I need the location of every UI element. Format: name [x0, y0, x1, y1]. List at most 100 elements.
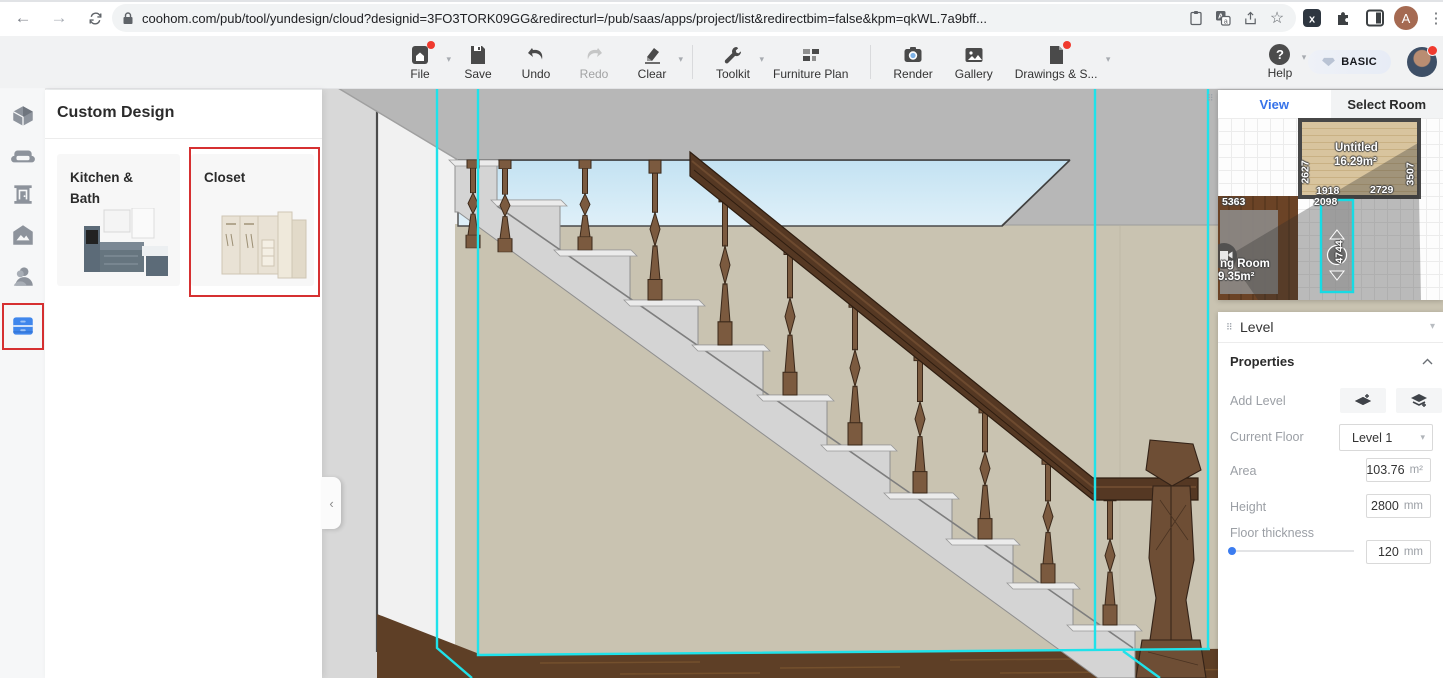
- tab-strip-edge: [0, 0, 1443, 2]
- floor-thickness-input[interactable]: 120 mm: [1366, 540, 1431, 564]
- extension-puzzle-icon[interactable]: [1332, 6, 1356, 30]
- level-panel-header[interactable]: ⠿ Level ▾: [1218, 312, 1443, 343]
- tab-view[interactable]: View: [1218, 90, 1331, 118]
- panel-collapse-button[interactable]: ‹: [322, 477, 341, 529]
- browser-menu-kebab-icon[interactable]: ⋮: [1424, 6, 1443, 30]
- dimension-label: 2098: [1314, 196, 1337, 208]
- room-area: 16.29m²: [1334, 156, 1377, 168]
- sidebar-item-templates[interactable]: [7, 219, 38, 250]
- browser-back-button[interactable]: ←: [10, 5, 36, 31]
- chevron-down-icon: ▾: [1420, 432, 1425, 443]
- profile-initial: A: [1394, 6, 1418, 30]
- kitchen-thumbnail: [76, 208, 176, 280]
- room-area: 9.35m²: [1218, 271, 1254, 283]
- card-kitchen-bath[interactable]: Kitchen & Bath: [57, 154, 180, 286]
- drag-handle-icon[interactable]: ⠿: [1207, 95, 1217, 113]
- svg-text:x: x: [1309, 14, 1316, 26]
- area-label: Area: [1230, 464, 1256, 478]
- slider-knob[interactable]: [1228, 547, 1236, 555]
- furniture-sofa-icon: [10, 144, 36, 170]
- reload-icon: [88, 11, 103, 26]
- browser-forward-button[interactable]: →: [46, 5, 72, 31]
- url-text: coohom.com/pub/tool/yundesign/cloud?desi…: [142, 11, 1178, 26]
- tab-select-room[interactable]: Select Room: [1331, 90, 1443, 118]
- dimension-label: 2627: [1300, 160, 1312, 183]
- left-sidebar: [0, 88, 46, 678]
- view-tabs: ⠿ View Select Room: [1218, 90, 1443, 118]
- add-level-stack-button[interactable]: [1396, 388, 1442, 413]
- construction-cube-icon: [10, 103, 36, 129]
- render-button[interactable]: Render: [893, 44, 932, 81]
- share-icon[interactable]: [1241, 9, 1259, 27]
- bookmark-star-icon[interactable]: ☆: [1268, 9, 1286, 27]
- address-bar[interactable]: coohom.com/pub/tool/yundesign/cloud?desi…: [112, 4, 1296, 32]
- toolkit-button[interactable]: Toolkit ▾: [715, 44, 751, 81]
- door-window-icon: [10, 181, 36, 207]
- chevron-down-icon: ▾: [678, 54, 683, 65]
- room-name: ng Room: [1220, 258, 1270, 270]
- level-panel: ⠿ Level ▾ Properties Add Level Current F…: [1218, 312, 1443, 678]
- help-button[interactable]: ? Help ▾: [1268, 44, 1293, 80]
- floorplan-minimap[interactable]: Untitled 16.29m² ng Room 9.35m² 5363 262…: [1218, 118, 1443, 300]
- gallery-button[interactable]: Gallery: [955, 44, 993, 81]
- custom-design-panel: Custom Design Kitchen & Bath Closet: [45, 90, 322, 678]
- diamond-icon: [1322, 57, 1335, 67]
- chevron-down-icon: ▾: [1106, 54, 1111, 65]
- clear-button[interactable]: Clear ▾: [634, 44, 670, 81]
- extension-x-icon[interactable]: x: [1300, 6, 1324, 30]
- drag-handle-icon[interactable]: ⠿: [1226, 324, 1236, 330]
- help-icon: ?: [1269, 44, 1290, 65]
- browser-profile-avatar[interactable]: A: [1394, 6, 1418, 30]
- plan-badge[interactable]: BASIC: [1308, 50, 1391, 74]
- dimension-label: 5363: [1222, 196, 1245, 208]
- clipboard-icon[interactable]: [1187, 9, 1205, 27]
- file-button[interactable]: File ▾: [402, 44, 438, 81]
- furniture-plan-icon: [800, 44, 822, 66]
- height-label: Height: [1230, 500, 1266, 514]
- drawings-button[interactable]: Drawings & S... ▾: [1015, 44, 1098, 81]
- wrench-icon: [722, 44, 744, 66]
- add-level-above-button[interactable]: [1340, 388, 1386, 413]
- save-button[interactable]: Save: [460, 44, 496, 81]
- translate-icon[interactable]: Aa: [1214, 9, 1232, 27]
- floor-thickness-slider[interactable]: [1228, 545, 1354, 557]
- floorplan-panel: ⠿ View Select Room Unti: [1218, 90, 1443, 300]
- sidebar-item-furniture[interactable]: [7, 141, 38, 172]
- area-input[interactable]: 103.76 m²: [1366, 458, 1431, 482]
- panel-title: Custom Design: [57, 104, 174, 122]
- screen: ← → coohom.com/pub/tool/yundesign/cloud?…: [0, 0, 1443, 678]
- lock-icon: [122, 11, 134, 25]
- add-layer-icon: [1354, 393, 1372, 409]
- collapse-icon[interactable]: ▾: [1430, 321, 1435, 332]
- current-floor-select[interactable]: Level 1 ▾: [1339, 424, 1433, 451]
- render-camera-icon: [902, 44, 924, 66]
- eraser-icon: [641, 44, 663, 66]
- notification-dot: [1063, 41, 1071, 49]
- svg-text:a: a: [1224, 18, 1228, 25]
- sidebar-item-doors-windows[interactable]: [7, 178, 38, 209]
- user-avatar[interactable]: [1407, 47, 1437, 77]
- furniture-plan-button[interactable]: Furniture Plan: [773, 44, 848, 81]
- panel-title: Level: [1240, 319, 1273, 335]
- height-input[interactable]: 2800 mm: [1366, 494, 1431, 518]
- dimension-label: 4744: [1334, 240, 1346, 263]
- person-icon: [10, 263, 36, 289]
- redo-icon: [583, 44, 605, 66]
- sidebar-item-account[interactable]: [7, 260, 38, 291]
- undo-icon: [525, 44, 547, 66]
- dimension-label: 2729: [1370, 184, 1393, 196]
- notification-dot: [1427, 45, 1438, 56]
- undo-button[interactable]: Undo: [518, 44, 554, 81]
- wall-left-side: [322, 88, 377, 678]
- chevron-down-icon: ▾: [759, 54, 764, 65]
- extension-sidepanel-icon[interactable]: [1363, 6, 1387, 30]
- selection-highlight-box: [189, 147, 320, 297]
- sidebar-item-construction[interactable]: [7, 100, 38, 131]
- chevron-up-icon[interactable]: [1422, 358, 1433, 365]
- browser-reload-button[interactable]: [82, 5, 108, 31]
- dimension-label: 3507: [1405, 162, 1417, 185]
- drawings-icon: [1045, 44, 1067, 66]
- slider-track: [1228, 550, 1354, 552]
- redo-button[interactable]: Redo: [576, 44, 612, 81]
- chevron-down-icon: ▾: [446, 54, 451, 65]
